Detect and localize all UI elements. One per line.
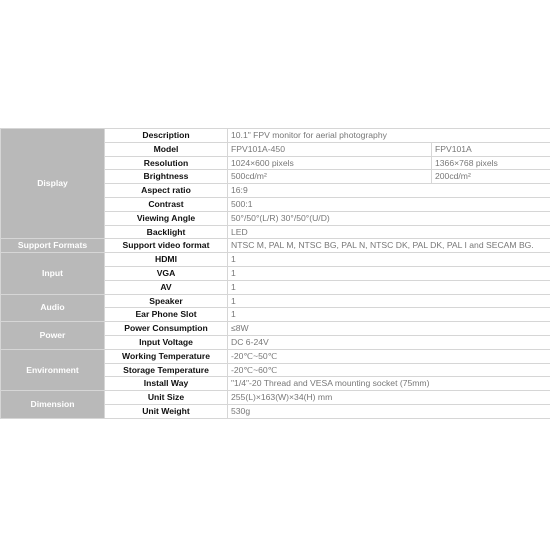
group-audio: Audio [0, 293, 105, 323]
table-row: Power Power Consumption ≤8W [0, 321, 550, 350]
row-value: 1 [226, 265, 550, 281]
group-environment: Environment [0, 348, 105, 392]
table-row: Display Description 10.1" FPV monitor fo… [0, 127, 550, 240]
row-label: VGA [104, 265, 228, 281]
row-value: "1/4"-20 Thread and VESA mounting socket… [226, 376, 550, 392]
table-row: Environment Working Temperature -20℃~50℃ [0, 348, 550, 392]
row-label: AV [104, 279, 228, 295]
row-label: Description [104, 128, 228, 143]
row-value: ≤8W [226, 321, 550, 336]
table-row: Support Formats Support video format NTS… [0, 238, 550, 254]
row-value: 500:1 [226, 196, 550, 212]
row-label: Install Way [104, 376, 228, 392]
row-value: NTSC M, PAL M, NTSC BG, PAL N, NTSC DK, … [226, 238, 550, 254]
row-value: DC 6-24V [226, 334, 550, 350]
row-label: Brightness [104, 169, 228, 185]
row-label: Storage Temperature [104, 362, 228, 378]
row-label: Aspect ratio [104, 183, 228, 198]
row-value: 10.1" FPV monitor for aerial photography [226, 128, 550, 143]
row-value-b: FPV101A [430, 141, 550, 157]
row-label: HDMI [104, 252, 228, 267]
row-value: LED [226, 224, 550, 240]
group-support-formats: Support Formats [0, 238, 105, 254]
row-value: 530g [226, 403, 550, 419]
group-input: Input [0, 252, 105, 295]
row-label: Viewing Angle [104, 210, 228, 226]
row-value: -20℃~60℃ [226, 362, 550, 378]
row-label: Ear Phone Slot [104, 307, 228, 323]
row-value: 1 [226, 252, 550, 267]
row-label: Contrast [104, 196, 228, 212]
row-label: Backlight [104, 224, 228, 240]
row-label: Support video format [104, 238, 228, 254]
group-dimension: Dimension [0, 390, 105, 419]
row-label: Resolution [104, 155, 228, 171]
row-value: 16:9 [226, 183, 550, 198]
row-value-b: 1366×768 pixels [430, 155, 550, 171]
row-value-b: 200cd/m² [430, 169, 550, 185]
row-label: Power Consumption [104, 321, 228, 336]
group-display: Display [0, 127, 105, 240]
table-row: Dimension Unit Size 255(L)×163(W)×34(H) … [0, 390, 550, 419]
row-label: Model [104, 141, 228, 157]
spec-table: Display Description 10.1" FPV monitor fo… [0, 127, 550, 419]
row-value: 50°/50°(L/R) 30°/50°(U/D) [226, 210, 550, 226]
row-label: Unit Weight [104, 403, 228, 419]
row-value: 1 [226, 293, 550, 309]
row-label: Working Temperature [104, 348, 228, 364]
row-value-a: FPV101A-450 [227, 141, 432, 157]
row-label: Speaker [104, 293, 228, 309]
row-value: -20℃~50℃ [226, 348, 550, 364]
row-value: 255(L)×163(W)×34(H) mm [226, 390, 550, 405]
row-value: 1 [226, 279, 550, 295]
row-value-a: 1024×600 pixels [227, 155, 432, 171]
table-row: Audio Speaker 1 [0, 293, 550, 323]
row-label: Input Voltage [104, 334, 228, 350]
group-power: Power [0, 321, 105, 350]
row-value-a: 500cd/m² [227, 169, 432, 185]
row-value: 1 [226, 307, 550, 323]
table-row: Input HDMI 1 [0, 252, 550, 295]
row-label: Unit Size [104, 390, 228, 405]
